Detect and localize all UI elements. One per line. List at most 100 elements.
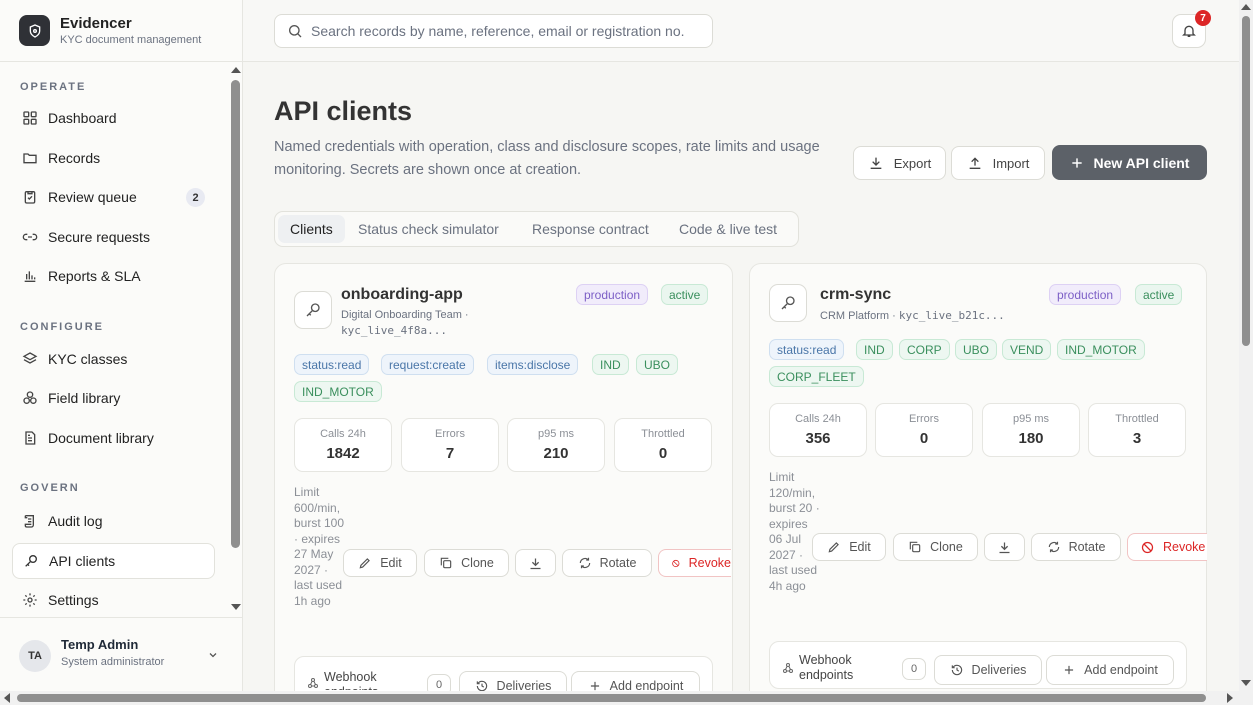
stat-label: Throttled (1115, 413, 1159, 425)
sidebar-item-label: API clients (49, 553, 116, 569)
notification-count-badge: 7 (1195, 10, 1211, 26)
scope-chip: items:disclose (487, 354, 579, 375)
deliveries-button[interactable]: Deliveries (934, 655, 1042, 685)
download-icon (999, 542, 1010, 553)
rotate-button[interactable]: Rotate (1031, 533, 1121, 561)
clipboard-icon (24, 191, 36, 204)
rate-limit-text: Limit 600/min, burst 100 · expires 27 Ma… (294, 485, 345, 608)
refresh-icon (579, 557, 590, 569)
stat-label: p95 ms (1012, 413, 1050, 425)
sidebar-scroll-thumb[interactable] (231, 80, 240, 548)
sidebar-item-field-library[interactable]: Field library (12, 380, 215, 416)
shapes-icon (23, 391, 37, 404)
stat-value: 3 (1132, 430, 1142, 447)
revoke-button[interactable]: Revoke (1127, 533, 1207, 561)
download-icon (870, 157, 882, 169)
scroll-up-icon[interactable] (231, 67, 241, 73)
sidebar-item-label: Reports & SLA (48, 268, 141, 284)
stat-label: Throttled (641, 428, 685, 440)
notifications-button[interactable]: 7 (1172, 10, 1211, 48)
tab-response-contract[interactable]: Response contract (520, 215, 661, 243)
chevron-down-icon[interactable] (207, 649, 219, 661)
download-button[interactable] (984, 533, 1025, 561)
new-api-client-button[interactable]: New API client (1052, 145, 1207, 180)
sidebar-item-reports[interactable]: Reports & SLA (12, 258, 215, 294)
export-label: Export (893, 155, 932, 171)
stat-p95: p95 ms 180 (982, 403, 1080, 457)
stat-value: 210 (543, 445, 569, 462)
client-name: crm-sync (820, 286, 892, 303)
scroll-left-icon[interactable] (4, 693, 10, 703)
webhook-label: Webhook endpoints (324, 670, 378, 690)
copy-icon (440, 557, 452, 569)
client-team: Digital Onboarding Team · (341, 309, 469, 321)
status-badge: active (661, 284, 709, 305)
scroll-down-icon[interactable] (231, 604, 241, 610)
tab-code-live-test[interactable]: Code & live test (667, 215, 789, 243)
tab-bar: Clients Status check simulator Response … (274, 211, 799, 247)
search-icon (289, 25, 302, 38)
rotate-label: Rotate (1068, 540, 1106, 554)
rotate-button[interactable]: Rotate (562, 549, 652, 577)
stat-calls: Calls 24h 1842 (294, 418, 392, 472)
deliveries-label: Deliveries (971, 663, 1027, 677)
plus-icon (1065, 665, 1074, 675)
horizontal-scroll-thumb[interactable] (17, 694, 1206, 702)
sidebar-item-label: Dashboard (48, 110, 117, 126)
sidebar-scrollbar[interactable] (230, 64, 242, 616)
api-client-card: onboarding-app Digital Onboarding Team ·… (274, 263, 733, 691)
tab-status-check-simulator[interactable]: Status check simulator (346, 215, 511, 243)
scroll-down-icon[interactable] (1241, 680, 1251, 686)
scroll-up-icon[interactable] (1241, 4, 1251, 10)
clone-label: Clone (930, 540, 963, 554)
stat-label: Errors (435, 428, 465, 440)
brand-subtitle: KYC document management (60, 34, 202, 46)
edit-button[interactable]: Edit (343, 549, 417, 577)
search-placeholder: Search records by name, reference, email… (311, 23, 685, 39)
api-client-card: crm-sync CRM Platform · kyc_live_b21c...… (749, 263, 1207, 691)
add-endpoint-button[interactable]: Add endpoint (1046, 655, 1174, 685)
sidebar-item-api-clients[interactable]: API clients (12, 543, 215, 579)
download-button[interactable] (515, 549, 556, 577)
sidebar-item-audit-log[interactable]: Audit log (12, 503, 215, 539)
search-input[interactable]: Search records by name, reference, email… (274, 14, 713, 48)
bell-icon (1182, 25, 1196, 37)
brand-name: Evidencer (60, 15, 132, 32)
review-count-badge: 2 (186, 188, 205, 207)
deliveries-button[interactable]: Deliveries (459, 671, 567, 691)
stat-value: 0 (919, 430, 929, 447)
client-team-key: CRM Platform · kyc_live_b21c... (820, 308, 1005, 324)
stat-value: 0 (658, 445, 668, 462)
stat-errors: Errors 0 (875, 403, 973, 457)
import-button[interactable]: Import (951, 146, 1045, 180)
sidebar-item-records[interactable]: Records (12, 140, 215, 176)
export-button[interactable]: Export (853, 146, 946, 180)
revoke-button[interactable]: Revoke (658, 549, 731, 577)
pencil-icon (359, 558, 371, 569)
section-configure: CONFIGURE (20, 321, 104, 333)
scope-chip: status:read (294, 354, 370, 375)
sidebar-item-dashboard[interactable]: Dashboard (12, 100, 215, 136)
sidebar-item-kyc-classes[interactable]: KYC classes (12, 341, 215, 377)
clone-button[interactable]: Clone (424, 549, 509, 577)
sidebar-item-review-queue[interactable]: Review queue 2 (12, 179, 215, 215)
sidebar-item-document-library[interactable]: Document library (12, 420, 215, 456)
revoke-label: Revoke (1163, 540, 1206, 554)
clone-label: Clone (461, 556, 494, 570)
document-icon (25, 431, 36, 445)
clone-button[interactable]: Clone (893, 533, 978, 561)
page-scroll-thumb[interactable] (1242, 16, 1250, 346)
link-icon (22, 233, 38, 241)
sidebar-item-label: Settings (48, 592, 99, 608)
tab-clients[interactable]: Clients (278, 215, 345, 243)
sidebar-item-secure-requests[interactable]: Secure requests (12, 219, 215, 255)
rate-limit-text: Limit 120/min, burst 20 · expires 06 Jul… (769, 470, 820, 593)
user-name: Temp Admin (61, 637, 139, 652)
scroll-right-icon[interactable] (1227, 693, 1233, 703)
sidebar-item-settings[interactable]: Settings (12, 582, 215, 616)
add-endpoint-button[interactable]: Add endpoint (571, 671, 700, 691)
page-horizontal-scrollbar[interactable] (0, 691, 1239, 705)
gear-icon (23, 593, 37, 607)
edit-button[interactable]: Edit (812, 533, 886, 561)
page-vertical-scrollbar[interactable] (1239, 0, 1253, 705)
